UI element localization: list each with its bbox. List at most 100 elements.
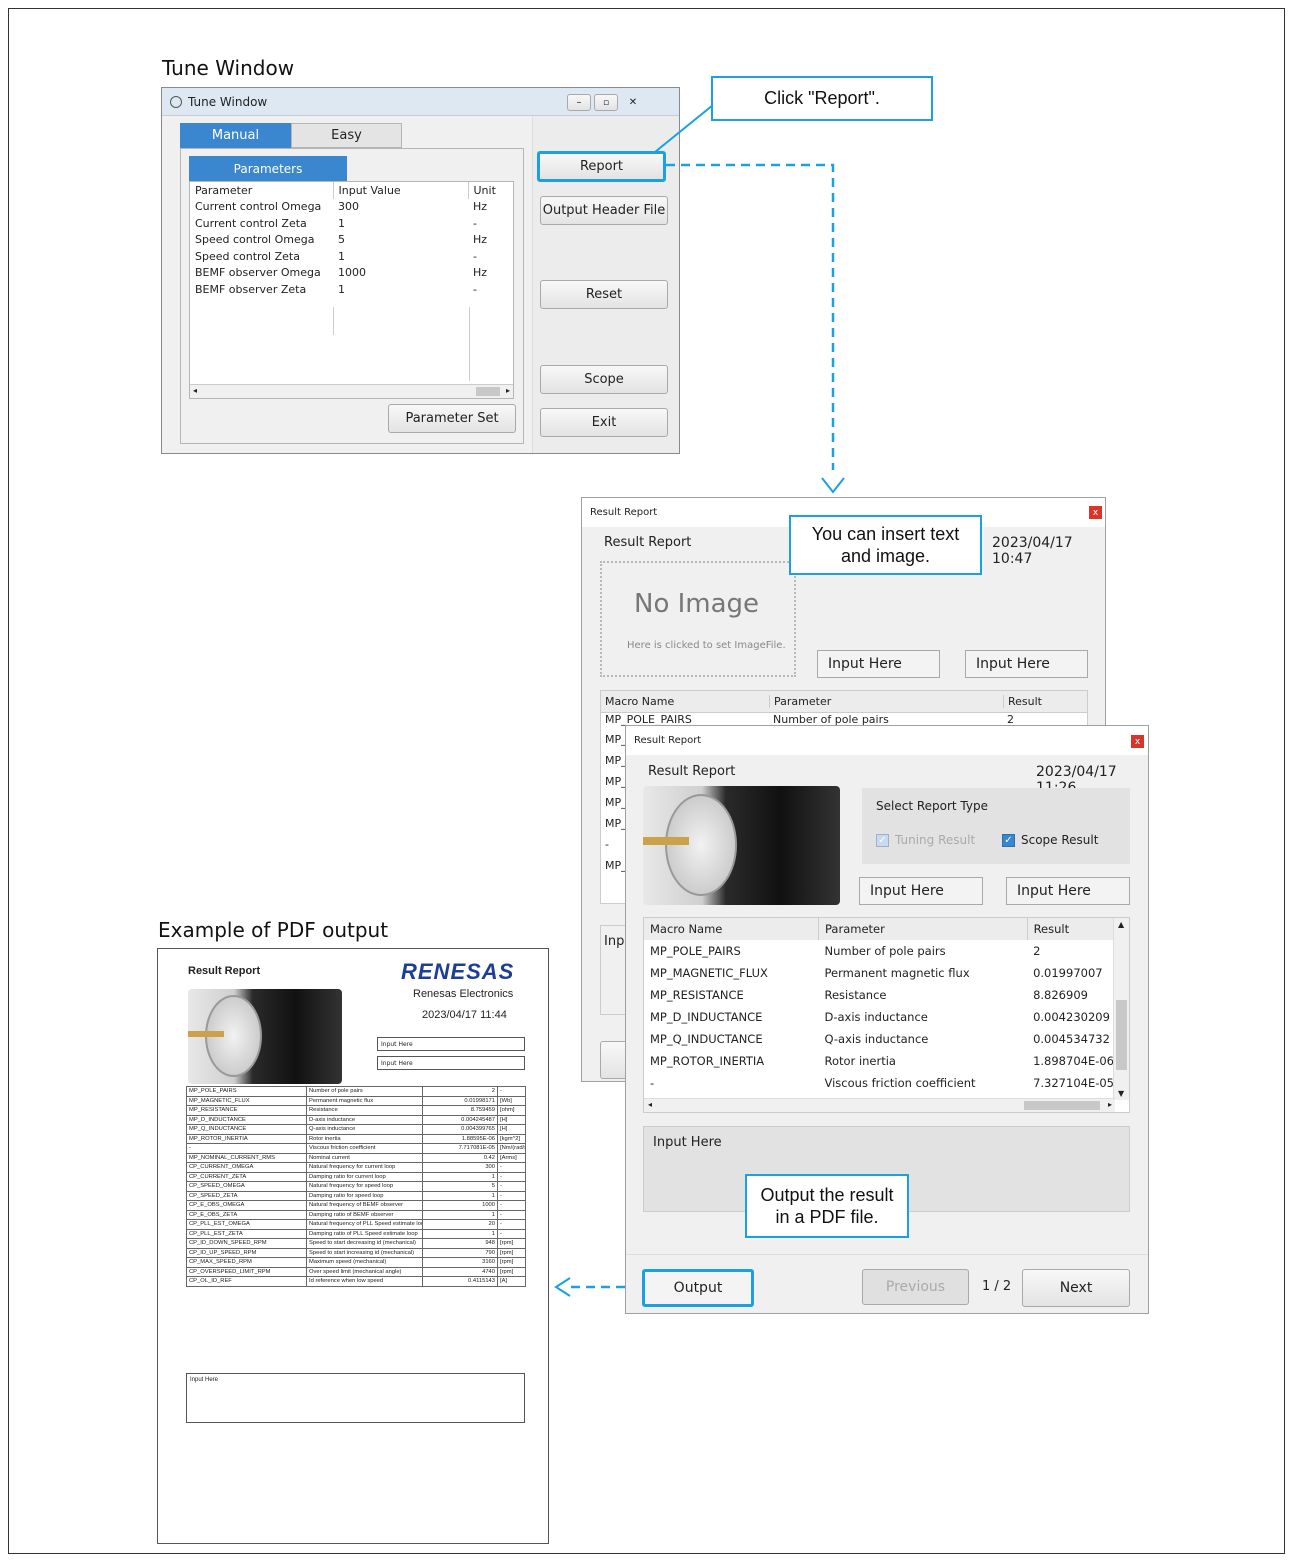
pdf-macro: CP_OVERSPEED_LIMIT_RPM: [186, 1266, 307, 1277]
pdf-row: CP_SPEED_OMEGA Natural frequency for spee…: [186, 1181, 526, 1192]
table-row: MP_Q_INDUCTANCE Q-axis inductance 0.004534…: [644, 1028, 1114, 1050]
report2-hscrollbar[interactable]: ◂ ▸: [644, 1098, 1115, 1112]
next-button[interactable]: Next: [1022, 1269, 1130, 1307]
parameter-desc: Permanent magnetic flux: [824, 966, 970, 980]
pdf-company: Renesas Electronics: [413, 988, 514, 1000]
pdf-value: 1: [422, 1171, 498, 1182]
pdf-unit: [rpm]: [497, 1247, 526, 1258]
pdf-param: Damping ratio of PLL Speed estimate loop: [306, 1228, 423, 1239]
pdf-row: CP_PLL_EST_ZETA Damping ratio of PLL Spee…: [186, 1228, 526, 1239]
pdf-unit: -: [497, 1209, 526, 1220]
pdf-param: Natural frequency of PLL Speed estimate …: [306, 1219, 423, 1230]
pdf-param: D-axis inductance: [306, 1114, 423, 1125]
report2-close-icon[interactable]: x: [1131, 735, 1144, 748]
pdf-param: Q-axis inductance: [306, 1124, 423, 1135]
pdf-value: 0.4115143: [422, 1276, 498, 1287]
select-report-type-label: Select Report Type: [876, 799, 988, 813]
result-value: 1.898704E-06: [1033, 1054, 1114, 1068]
pdf-param: Rotor inertia: [306, 1133, 423, 1144]
pdf-value: 0.42: [422, 1152, 498, 1163]
pdf-row: MP_RESISTANCE Resistance 8.759459 [ohm]: [186, 1105, 526, 1116]
pdf-value: 3160: [422, 1257, 498, 1268]
page-indicator: 1 / 2: [982, 1279, 1012, 1294]
pdf-row: CP_CURRENT_OMEGA Natural frequency for cu…: [186, 1162, 526, 1173]
pdf-value: 1: [422, 1228, 498, 1239]
result-value: 8.826909: [1033, 988, 1088, 1002]
pdf-unit: [H]: [497, 1124, 526, 1135]
pdf-param: Natural frequency of BEMF observer: [306, 1200, 423, 1211]
pdf-unit: [rpm]: [497, 1238, 526, 1249]
scope-result-checkbox[interactable]: ✓ Scope Result: [1002, 833, 1098, 847]
pdf-unit: [rpm]: [497, 1266, 526, 1277]
parameter-desc: Resistance: [824, 988, 887, 1002]
macro-name: MP_Q_INDUCTANCE: [650, 1032, 763, 1046]
report1-close-icon[interactable]: x: [1089, 506, 1102, 519]
pdf-macro: CP_SPEED_ZETA: [186, 1190, 307, 1201]
report1-col-parameter: Parameter: [769, 695, 1003, 708]
pdf-unit: [kgm^2]: [497, 1133, 526, 1144]
result-value: 2: [1033, 944, 1041, 958]
pdf-macro: CP_CURRENT_OMEGA: [186, 1162, 307, 1173]
callout-insert-text-image: You can insert text and image.: [789, 515, 982, 575]
hscroll-right-icon[interactable]: ▸: [1108, 1100, 1112, 1109]
pdf-macro: MP_RESISTANCE: [186, 1105, 307, 1116]
scroll-up-icon[interactable]: ▲: [1118, 920, 1124, 929]
table-row: MP_ROTOR_INERTIA Rotor inertia 1.898704E-0…: [644, 1050, 1114, 1072]
pdf-macro: CP_CURRENT_ZETA: [186, 1171, 307, 1182]
pdf-unit: -: [497, 1219, 526, 1230]
pdf-unit: [Wb]: [497, 1095, 526, 1106]
pdf-value: 0.004399765: [422, 1124, 498, 1135]
pdf-table: MP_POLE_PAIRS Number of pole pairs 2- MP_MA…: [186, 1086, 526, 1287]
tuning-result-checkbox[interactable]: ✓ Tuning Result: [876, 833, 975, 847]
pdf-unit: [rpm]: [497, 1257, 526, 1268]
report2-vscroll-thumb[interactable]: [1116, 1000, 1127, 1070]
report2-col-result: Result: [1026, 918, 1114, 940]
report2-title: Result Report: [634, 735, 702, 746]
pdf-param: Natural frequency for current loop: [306, 1162, 423, 1173]
report1-input-2[interactable]: Input Here: [965, 650, 1088, 678]
macro-name: -: [650, 1076, 655, 1090]
scroll-down-icon[interactable]: ▼: [1118, 1089, 1124, 1098]
pdf-macro: CP_MAX_SPEED_RPM: [186, 1257, 307, 1268]
pdf-value: 948: [422, 1238, 498, 1249]
pdf-param: Number of pole pairs: [306, 1086, 423, 1097]
pdf-param: Damping ratio for current loop: [306, 1171, 423, 1182]
pdf-value: 20: [422, 1219, 498, 1230]
pdf-unit: [Arms]: [497, 1152, 526, 1163]
macro-name: MP_ROTOR_INERTIA: [650, 1054, 765, 1068]
pdf-unit: -: [497, 1171, 526, 1182]
report2-col-parameter: Parameter: [818, 918, 1028, 940]
report2-col-macro: Macro Name: [650, 922, 723, 936]
report1-col-macro: Macro Name: [605, 695, 675, 708]
pdf-row: MP_NOMINAL_CURRENT_RMS Nominal current 0.4…: [186, 1152, 526, 1163]
pdf-unit: [Nm/(rad/s)]: [497, 1143, 526, 1154]
pdf-param: Damping ratio of BEMF observer: [306, 1209, 423, 1220]
report2-hscroll-thumb[interactable]: [1024, 1101, 1100, 1110]
hscroll-left-icon[interactable]: ◂: [648, 1100, 652, 1109]
pdf-param: Damping ratio for speed loop: [306, 1190, 423, 1201]
pdf-row: MP_Q_INDUCTANCE Q-axis inductance 0.004399…: [186, 1124, 526, 1135]
report2-titlebar: Result Report: [626, 726, 1148, 755]
report2-input-1[interactable]: Input Here: [859, 877, 983, 905]
motor-image[interactable]: [643, 786, 840, 905]
pdf-value: 0.01998171: [422, 1095, 498, 1106]
pdf-row: CP_CURRENT_ZETA Damping ratio for current…: [186, 1171, 526, 1182]
report2-vscrollbar[interactable]: ▲ ▼: [1113, 918, 1129, 1100]
report1-input-1[interactable]: Input Here: [817, 650, 940, 678]
result-value: 0.004230209: [1033, 1010, 1110, 1024]
pdf-unit: -: [497, 1200, 526, 1211]
report2-input-2[interactable]: Input Here: [1006, 877, 1130, 905]
table-row: MP_POLE_PAIRS Number of pole pairs 2: [644, 940, 1114, 962]
pdf-value: 300: [422, 1162, 498, 1173]
pdf-param: Nominal current: [306, 1152, 423, 1163]
pdf-macro: CP_OL_ID_REF: [186, 1276, 307, 1287]
image-dropzone[interactable]: No Image Here is clicked to set ImageFil…: [600, 561, 796, 677]
pdf-param: Maximum speed (mechanical): [306, 1257, 423, 1268]
table-row: MP_MAGNETIC_FLUX Permanent magnetic flux 0…: [644, 962, 1114, 984]
pdf-row: CP_OVERSPEED_LIMIT_RPM Over speed limit (…: [186, 1266, 526, 1277]
pdf-unit: [H]: [497, 1114, 526, 1125]
pdf-param: Resistance: [306, 1105, 423, 1116]
pdf-unit: -: [497, 1190, 526, 1201]
previous-button[interactable]: Previous: [862, 1269, 969, 1305]
output-button[interactable]: Output: [642, 1269, 754, 1307]
